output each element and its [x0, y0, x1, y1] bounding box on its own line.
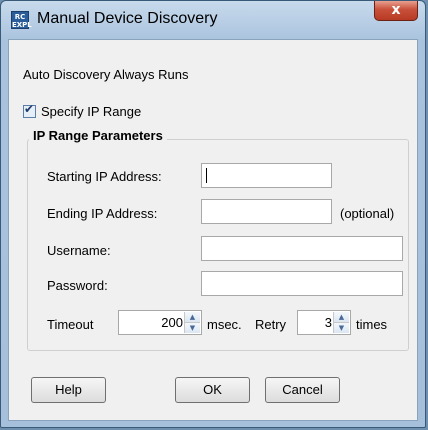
text-caret: [206, 168, 207, 183]
retry-label: Retry: [255, 317, 287, 332]
password-input[interactable]: [201, 271, 403, 296]
starting-ip-input[interactable]: [201, 163, 332, 188]
timeout-spinner[interactable]: 200 ▲ ▼: [118, 310, 202, 335]
spin-up-icon[interactable]: ▲: [334, 312, 349, 322]
dialog-body: Auto Discovery Always Runs ✔ Specify IP …: [8, 39, 418, 421]
ip-range-group-title: IP Range Parameters: [29, 128, 167, 143]
retry-spin-buttons: ▲ ▼: [333, 312, 349, 333]
spin-down-icon[interactable]: ▼: [334, 322, 349, 333]
specify-ip-range-row[interactable]: ✔ Specify IP Range: [23, 102, 141, 119]
ok-button[interactable]: OK: [175, 377, 250, 403]
close-button[interactable]: x: [374, 1, 418, 21]
window-title: Manual Device Discovery: [37, 10, 218, 27]
timeout-spin-buttons: ▲ ▼: [184, 312, 200, 333]
spin-up-icon[interactable]: ▲: [185, 312, 200, 322]
timeout-unit: msec.: [207, 317, 242, 332]
dialog-window: RC EXPL Manual Device Discovery x Auto D…: [0, 0, 426, 428]
retry-value[interactable]: 3: [325, 315, 332, 330]
help-button[interactable]: Help: [31, 377, 106, 403]
ending-ip-optional-hint: (optional): [340, 206, 395, 221]
specify-ip-range-checkbox[interactable]: ✔: [23, 102, 36, 118]
cancel-button[interactable]: Cancel: [265, 377, 340, 403]
ending-ip-input[interactable]: [201, 199, 332, 224]
title-bar[interactable]: RC EXPL Manual Device Discovery x: [1, 1, 425, 39]
username-input[interactable]: [201, 236, 403, 261]
starting-ip-label: Starting IP Address:: [47, 169, 162, 184]
password-label: Password:: [47, 278, 108, 293]
specify-ip-range-label[interactable]: Specify IP Range: [41, 104, 141, 119]
spin-down-icon[interactable]: ▼: [185, 322, 200, 333]
auto-discovery-label: Auto Discovery Always Runs: [23, 67, 189, 82]
check-icon: ✔: [24, 102, 35, 116]
retry-unit: times: [356, 317, 388, 332]
retry-spinner[interactable]: 3 ▲ ▼: [297, 310, 351, 335]
timeout-value[interactable]: 200: [161, 315, 183, 330]
timeout-label: Timeout: [47, 317, 94, 332]
app-icon: RC EXPL: [11, 11, 32, 29]
username-label: Username:: [47, 243, 111, 258]
ending-ip-label: Ending IP Address:: [47, 206, 158, 221]
